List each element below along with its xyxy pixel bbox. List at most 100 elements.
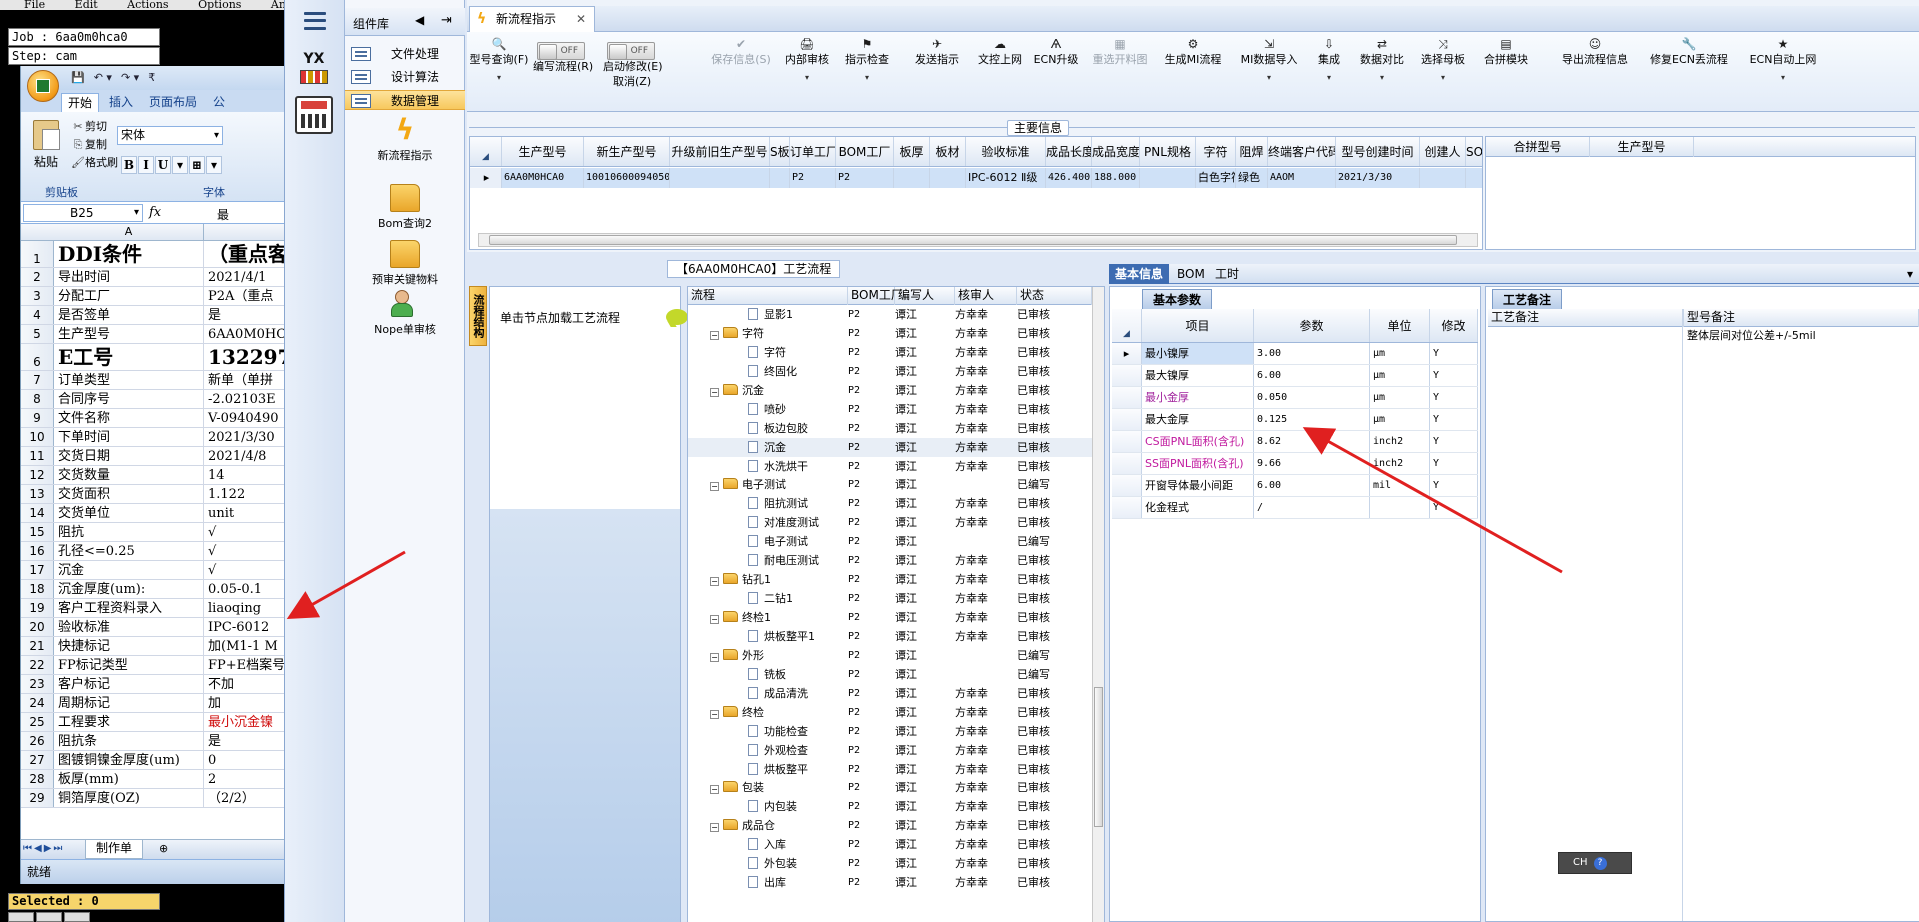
sheet-tab[interactable]: 制作单	[85, 840, 144, 859]
cell-b[interactable]: 2021/4/8	[206, 447, 290, 465]
cell-b[interactable]: 不加	[206, 675, 290, 693]
cell-a[interactable]: 快捷标记	[56, 637, 204, 655]
font-style-button[interactable]: I	[138, 156, 154, 174]
component-tile[interactable]: 预审关键物料	[345, 236, 465, 287]
cell-a[interactable]: 客户工程资料录入	[56, 599, 204, 617]
row-number[interactable]: 11	[21, 447, 54, 465]
row-number[interactable]: 10	[21, 428, 54, 446]
cell-a[interactable]: E工号	[56, 344, 204, 370]
cell-b[interactable]: liaoqing	[206, 599, 290, 617]
tree-node[interactable]: 终固化 P2 谭江 方幸幸 已审核	[688, 362, 1092, 381]
table-row[interactable]: ▸ 6AA0M0HCA0 10010600094050 P2 P2 IPC-6012 Ⅱ级…	[470, 168, 1482, 188]
info-tab[interactable]: 基本信息	[1109, 264, 1170, 284]
column-header[interactable]: 阻焊	[1236, 137, 1268, 166]
cell-a[interactable]: 板厚(mm)	[56, 770, 204, 788]
yx-app-icon[interactable]: YX	[295, 50, 333, 88]
tree-node[interactable]: 功能检查 P2 谭江 方幸幸 已审核	[688, 722, 1092, 741]
row-number[interactable]: 23	[21, 675, 54, 693]
cell-a[interactable]: 周期标记	[56, 694, 204, 712]
tree-node[interactable]: 对准度测试 P2 谭江 方幸幸 已审核	[688, 513, 1092, 532]
column-header[interactable]: BOM工厂	[836, 137, 894, 166]
param-value[interactable]: 0.125	[1254, 409, 1370, 430]
tree-node[interactable]: − 字符 P2 谭江 方幸幸 已审核	[688, 324, 1092, 343]
table-row[interactable]: 最小金厚 0.050 μm Y	[1112, 387, 1478, 409]
basic-params-caption[interactable]: 基本参数	[1142, 289, 1213, 309]
column-header[interactable]: 单位	[1370, 309, 1430, 342]
cell-b[interactable]: 加(M1-1 M	[206, 637, 290, 655]
cell-b[interactable]: √	[206, 542, 290, 560]
table-cell[interactable]: 绿色	[1236, 168, 1268, 188]
column-header[interactable]: BOM工厂	[848, 287, 903, 305]
tree-node[interactable]: 成品清洗 P2 谭江 方幸幸 已审核	[688, 684, 1092, 703]
collapse-toggle-icon[interactable]: −	[710, 387, 719, 397]
column-header[interactable]: S板	[770, 137, 790, 166]
toolbar-button[interactable]: ★ ECN自动上网 ▾	[1741, 36, 1825, 104]
collapse-toggle-icon[interactable]: −	[710, 652, 719, 662]
param-value[interactable]: 3.00	[1254, 343, 1370, 364]
cell-a[interactable]: 图镀铜镍金厚度(um)	[56, 751, 204, 769]
dropdown-arrow-icon[interactable]: ▾	[1415, 68, 1471, 88]
row-number[interactable]: 13	[21, 485, 54, 503]
table-cell[interactable]: IPC-6012 Ⅱ级	[966, 168, 1046, 188]
tree-node[interactable]: − 成品仓 P2 谭江 方幸幸 已审核	[688, 816, 1092, 835]
column-header[interactable]: 编写人	[895, 287, 955, 305]
table-cell[interactable]: AAOM	[1268, 168, 1336, 188]
quick-access-item[interactable]: ₹	[148, 71, 155, 84]
column-header[interactable]: 验收标准	[966, 137, 1046, 166]
chevron-down-icon[interactable]: ▾	[1901, 264, 1919, 284]
table-row[interactable]: 最大镍厚 6.00 μm Y	[1112, 365, 1478, 387]
column-header[interactable]: 合拼型号	[1486, 137, 1590, 157]
info-tab[interactable]: BOM	[1171, 264, 1211, 284]
tree-node[interactable]: − 终检1 P2 谭江 方幸幸 已审核	[688, 608, 1092, 627]
toolbar-button[interactable]: ⚑ 指示检查 ▾	[839, 36, 895, 104]
cell-a[interactable]: 合同序号	[56, 390, 204, 408]
param-value[interactable]: 6.00	[1254, 365, 1370, 386]
cell-a[interactable]: 下单时间	[56, 428, 204, 446]
grid-corner-icon[interactable]: ◢	[1112, 309, 1142, 342]
calculator-icon[interactable]	[295, 96, 333, 134]
tree-node[interactable]: − 沉金 P2 谭江 方幸幸 已审核	[688, 381, 1092, 400]
table-cell[interactable]: P2	[790, 168, 836, 188]
cell-b[interactable]: 是	[206, 306, 290, 324]
ribbon-tab[interactable]: 插入	[103, 93, 139, 112]
column-header[interactable]: 字符	[1196, 137, 1236, 166]
table-cell[interactable]	[1140, 168, 1196, 188]
cell-b[interactable]: P2A（重点	[206, 287, 290, 305]
tree-node[interactable]: 显影1 P2 谭江 方幸幸 已审核	[688, 305, 1092, 324]
collapse-toggle-icon[interactable]: −	[710, 785, 719, 795]
param-value[interactable]: 0.050	[1254, 387, 1370, 408]
cell-b[interactable]: （重点客	[206, 241, 290, 267]
paste-button[interactable]: 粘贴	[29, 120, 63, 170]
toolbar-button[interactable]: ☁ 文控上网	[975, 36, 1025, 104]
fx-icon[interactable]: fx	[149, 205, 161, 220]
table-row[interactable]: ▸ 最小镍厚 3.00 μm Y	[1112, 343, 1478, 365]
column-header[interactable]: 型号创建时间	[1336, 137, 1420, 166]
tree-node[interactable]: 喷砂 P2 谭江 方幸幸 已审核	[688, 400, 1092, 419]
dropdown-arrow-icon[interactable]: ▾	[1311, 68, 1347, 88]
table-cell[interactable]	[770, 168, 790, 188]
clipboard-item[interactable]: ✂ 剪切	[71, 118, 118, 136]
tree-node[interactable]: 入库 P2 谭江 方幸幸 已审核	[688, 835, 1092, 854]
tree-node[interactable]: 阻抗测试 P2 谭江 方幸幸 已审核	[688, 494, 1092, 513]
component-tile[interactable]: Nope单审核	[345, 290, 465, 337]
row-number[interactable]: 27	[21, 751, 54, 769]
cell-a[interactable]: FP标记类型	[56, 656, 204, 674]
pin-icon[interactable]: ⇥	[441, 13, 452, 28]
tree-node[interactable]: − 终检 P2 谭江 方幸幸 已审核	[688, 703, 1092, 722]
cell-a[interactable]: 交货面积	[56, 485, 204, 503]
cell-a[interactable]: 孔径<=0.25	[56, 542, 204, 560]
column-header[interactable]: 板材	[930, 137, 966, 166]
cell-b[interactable]: 6AA0M0HCA	[206, 325, 290, 343]
table-cell[interactable]	[894, 168, 930, 188]
cell-a[interactable]: 交货单位	[56, 504, 204, 522]
clipboard-item[interactable]: 🖌格式刷	[71, 154, 118, 172]
tree-node[interactable]: 烘板整平1 P2 谭江 方幸幸 已审核	[688, 627, 1092, 646]
column-header[interactable]: 升级前旧生产型号	[670, 137, 770, 166]
table-row[interactable]: 开窗导体最小间距 6.00 mil Y	[1112, 475, 1478, 497]
cell-b[interactable]: √	[206, 523, 290, 541]
column-header[interactable]: PNL规格	[1140, 137, 1196, 166]
cell-a[interactable]: 交货日期	[56, 447, 204, 465]
ribbon-tab[interactable]: 开始	[61, 93, 100, 112]
cell-a[interactable]: 沉金	[56, 561, 204, 579]
cell-b[interactable]: V-0940490	[206, 409, 290, 427]
